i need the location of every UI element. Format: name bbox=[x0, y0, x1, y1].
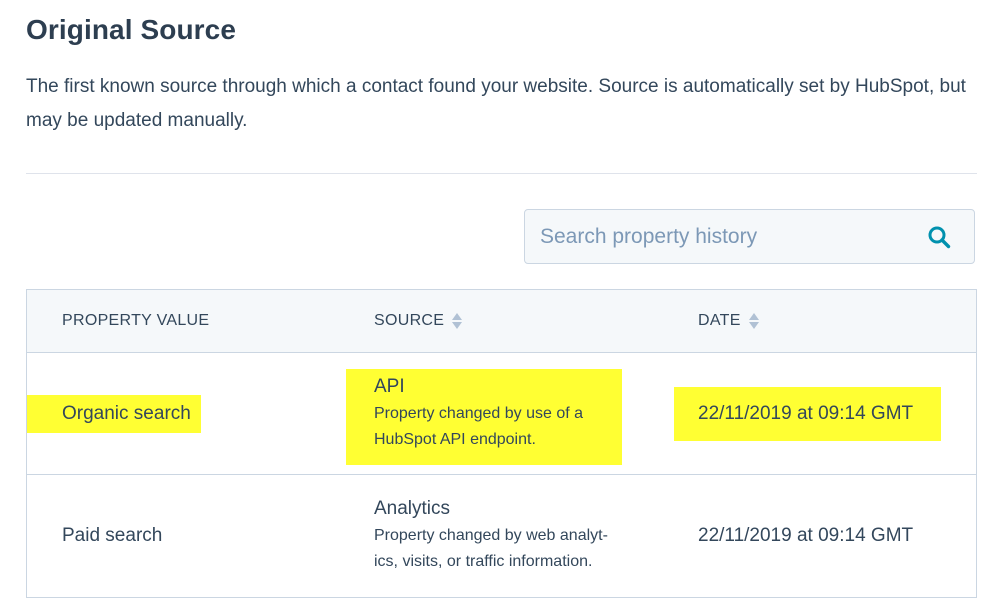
sort-icon[interactable] bbox=[748, 313, 759, 329]
table-header: PROPERTY VALUE SOURCE DATE bbox=[27, 290, 976, 353]
source-name: Analytics bbox=[374, 498, 451, 519]
table-row: Paid search Analytics Property changed b… bbox=[27, 475, 976, 597]
search-box[interactable] bbox=[524, 209, 975, 264]
column-header-label: SOURCE bbox=[374, 312, 445, 329]
date-cell: 22/11/2019 at 09:14 GMT bbox=[674, 353, 942, 474]
change-date: 22/11/2019 at 09:14 GMT bbox=[698, 525, 914, 546]
sort-icon[interactable] bbox=[452, 313, 463, 329]
property-value-cell: Paid search bbox=[27, 475, 172, 597]
search-input[interactable] bbox=[525, 210, 926, 263]
source-cell: API Property changed by use of a HubSpot… bbox=[346, 369, 622, 465]
source-description: Property changed by use of a HubSpot API… bbox=[374, 405, 584, 448]
source-description: Property changed by web analyt-ics, visi… bbox=[374, 527, 608, 570]
section-divider bbox=[26, 173, 977, 174]
column-header-label: PROPERTY VALUE bbox=[62, 312, 210, 329]
source-name: API bbox=[374, 376, 405, 397]
property-value-cell: Organic search bbox=[27, 353, 201, 474]
column-header-label: DATE bbox=[698, 312, 741, 329]
date-cell: 22/11/2019 at 09:14 GMT bbox=[674, 475, 941, 597]
property-history-page: Original Source The first known source t… bbox=[0, 0, 999, 608]
column-header-source[interactable]: SOURCE bbox=[374, 290, 463, 352]
column-header-property-value: PROPERTY VALUE bbox=[62, 290, 209, 352]
property-description: The first known source through which a c… bbox=[26, 76, 966, 131]
property-value: Paid search bbox=[62, 525, 163, 546]
table-row: Organic search API Property changed by u… bbox=[27, 353, 976, 475]
source-cell: Analytics Property changed by web analyt… bbox=[346, 491, 622, 587]
page-title: Original Source bbox=[26, 14, 236, 45]
property-value: Organic search bbox=[27, 394, 201, 433]
change-date: 22/11/2019 at 09:14 GMT bbox=[674, 386, 942, 441]
property-history-table: PROPERTY VALUE SOURCE DATE Organic searc… bbox=[26, 289, 977, 598]
column-header-date[interactable]: DATE bbox=[698, 290, 759, 352]
search-icon[interactable] bbox=[926, 224, 952, 250]
